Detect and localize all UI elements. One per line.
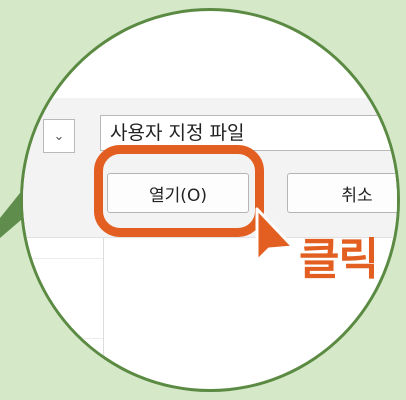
magnifier-lens: ⌄ 사용자 지정 파일 열기(O) 취소 클릭: [20, 8, 400, 392]
cancel-button[interactable]: 취소: [287, 173, 397, 213]
filetype-dropdown-toggle[interactable]: ⌄: [43, 119, 75, 153]
file-list-pane: [23, 238, 104, 389]
click-callout: 클릭: [299, 234, 379, 285]
chevron-down-icon: ⌄: [53, 128, 65, 144]
tutorial-zoom-illustration: ⌄ 사용자 지정 파일 열기(O) 취소 클릭: [0, 0, 406, 400]
list-row-divider: [23, 338, 103, 339]
highlight-ring: [94, 145, 264, 237]
dialog-zoomed-view: ⌄ 사용자 지정 파일 열기(O) 취소 클릭: [23, 11, 397, 389]
filetype-value: 사용자 지정 파일: [110, 122, 245, 144]
list-row-divider: [23, 258, 103, 259]
cursor-arrow-icon: [255, 207, 295, 263]
